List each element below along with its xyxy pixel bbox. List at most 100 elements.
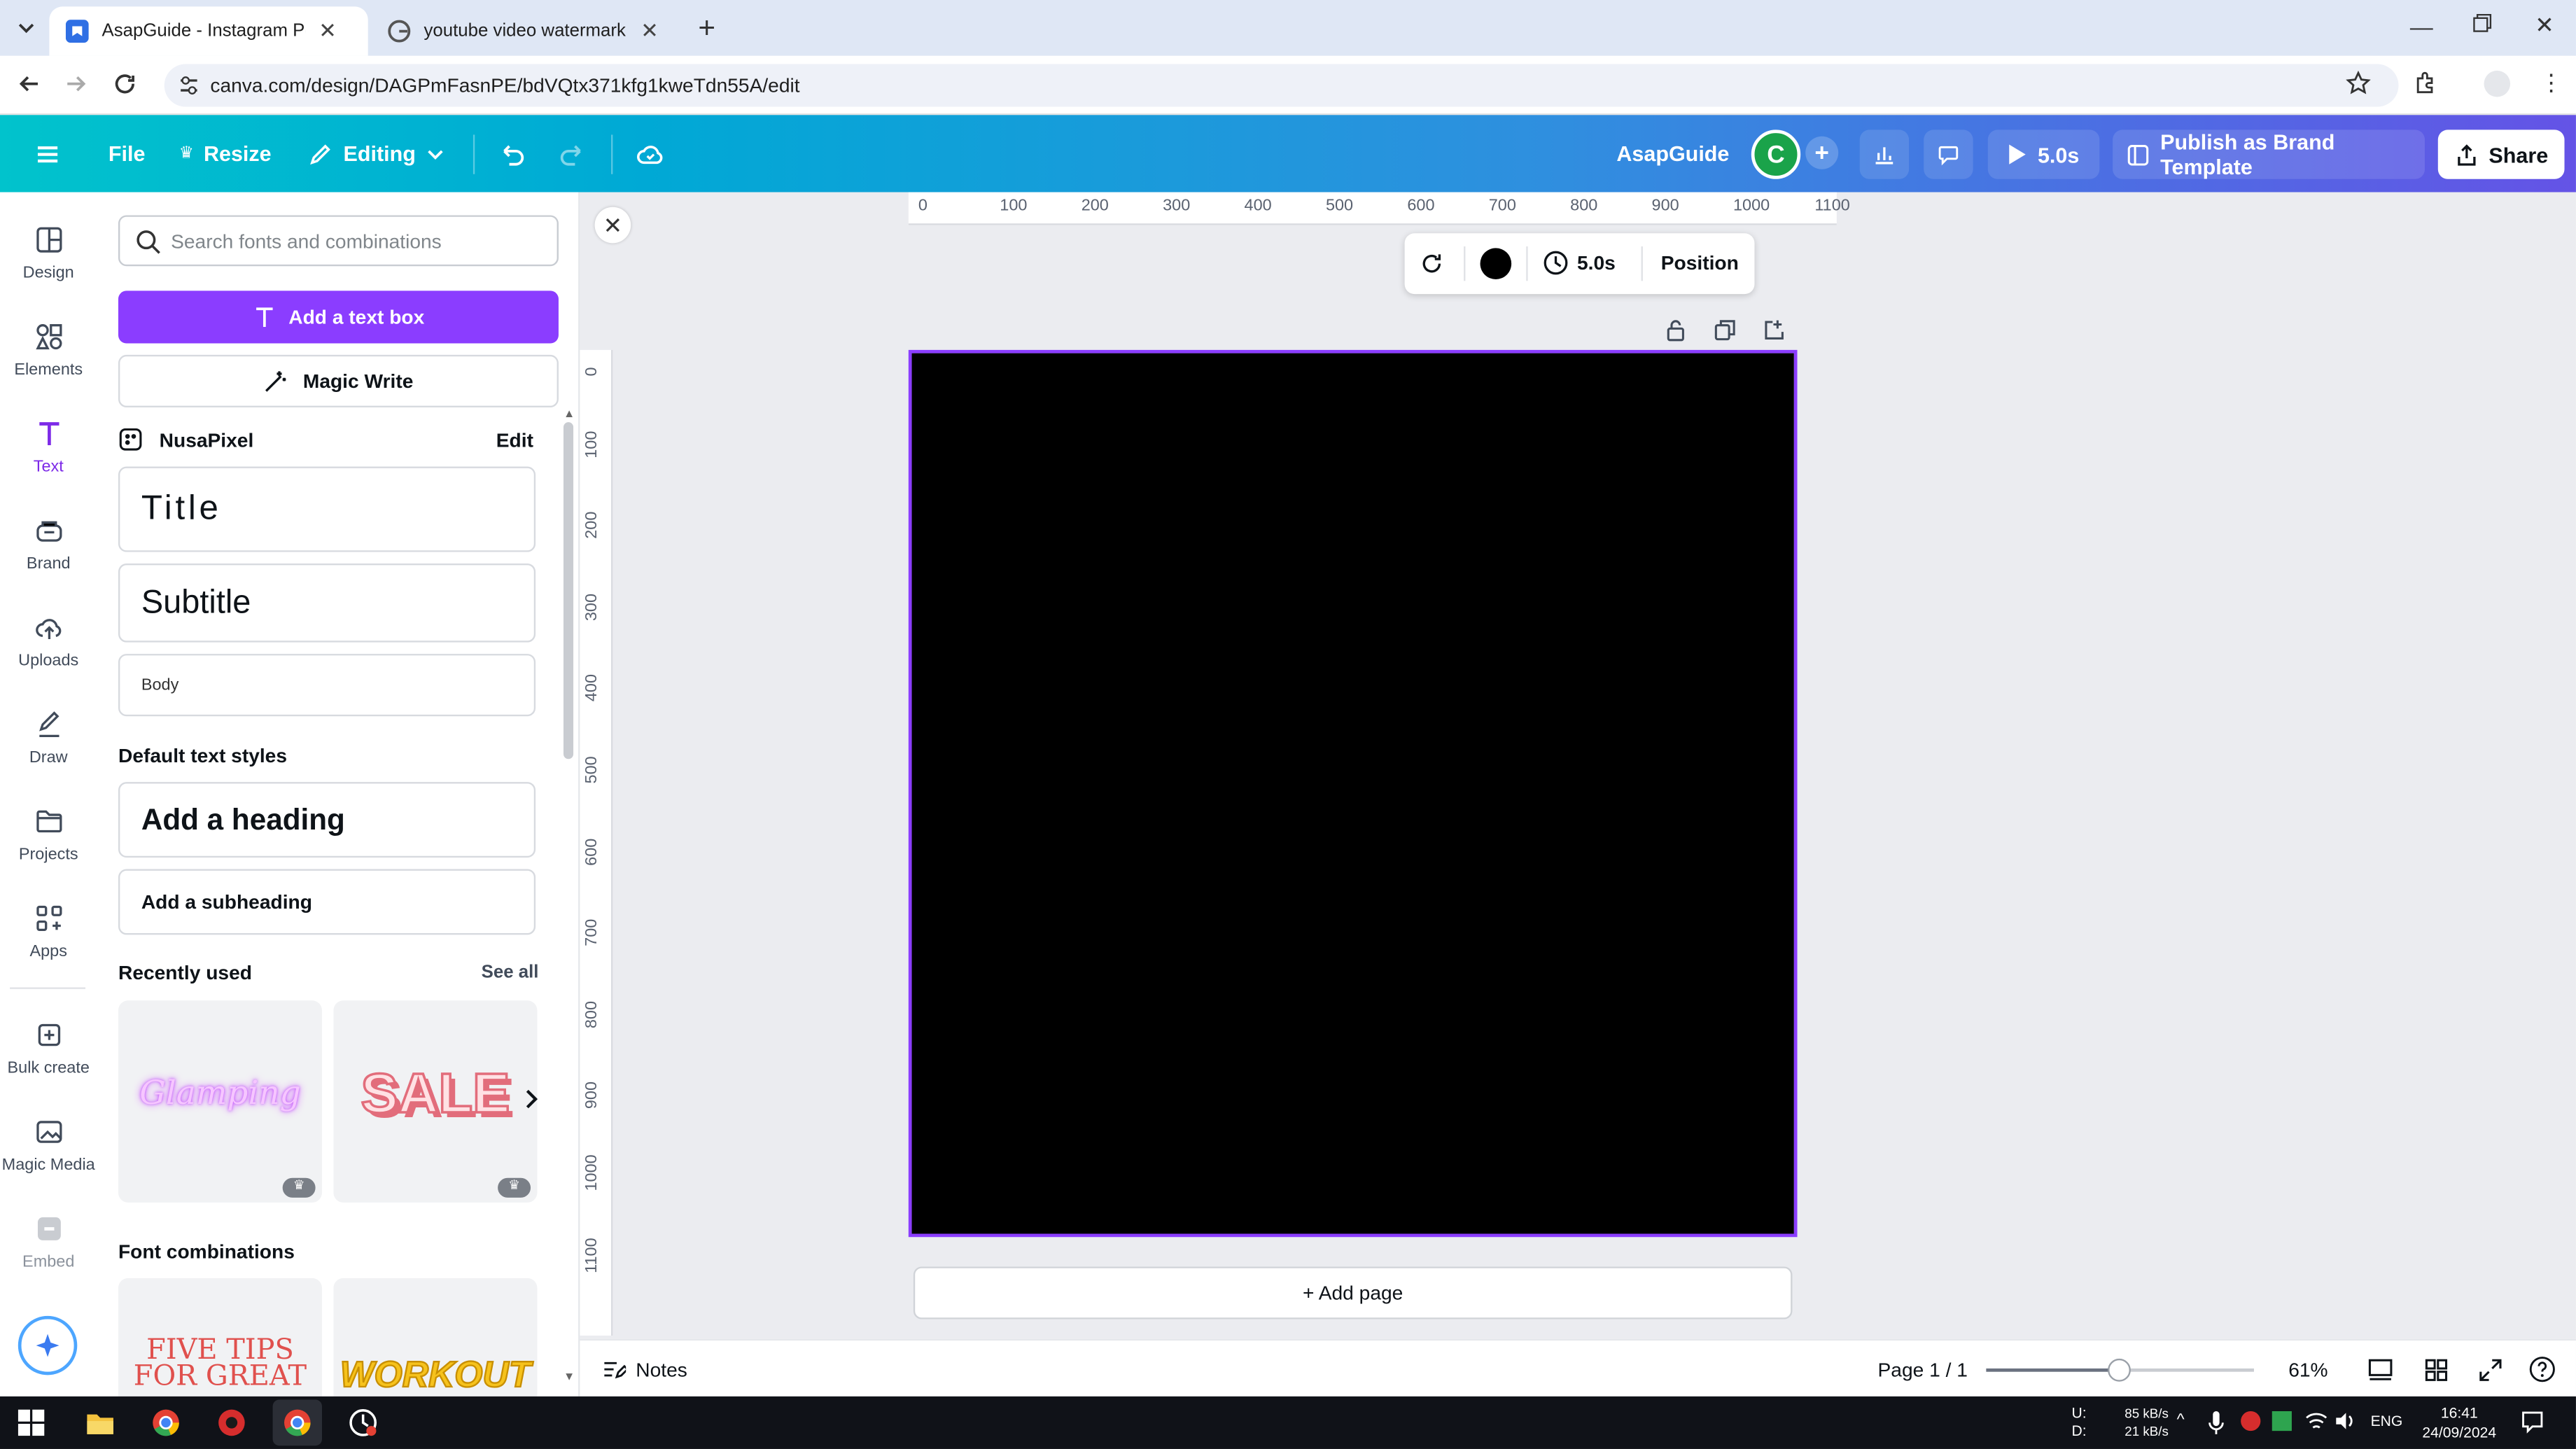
windows-start-icon[interactable] <box>18 1409 45 1436</box>
rail-item-embed[interactable]: Embed <box>0 1214 97 1272</box>
edit-brand-kit-link[interactable]: Edit <box>496 429 533 452</box>
font-combination-thumb[interactable]: FIVE TIPS FOR GREAT <box>118 1278 322 1396</box>
new-tab-icon[interactable]: + <box>698 11 715 46</box>
resize-button[interactable]: ♛ Resize <box>179 115 272 192</box>
rail-item-bulk-create[interactable]: Bulk create <box>0 1020 97 1078</box>
microphone-icon[interactable] <box>2208 1410 2224 1436</box>
add-text-box-button[interactable]: Add a text box <box>118 290 559 344</box>
profile-avatar[interactable] <box>2484 70 2511 97</box>
browser-tab[interactable]: youtube video watermark - Go ✕ <box>371 6 690 55</box>
file-menu-button[interactable]: File <box>108 115 146 192</box>
animate-refresh-icon[interactable] <box>1418 250 1446 278</box>
browser-menu-icon[interactable]: ⋮ <box>2540 69 2563 97</box>
add-collaborator-icon[interactable]: + <box>1805 136 1839 169</box>
tab-list-dropdown-icon[interactable] <box>13 15 40 41</box>
rail-item-design[interactable]: Design <box>0 225 97 283</box>
ruler-tick-label: 900 <box>583 1082 601 1110</box>
rail-item-draw[interactable]: Draw <box>0 710 97 767</box>
zoom-percentage[interactable]: 61% <box>2288 1359 2328 1382</box>
close-window-icon[interactable]: ✕ <box>2535 11 2554 39</box>
main-menu-icon[interactable] <box>33 115 62 192</box>
lock-page-icon[interactable] <box>1664 318 1687 342</box>
browser-tab-active[interactable]: AsapGuide - Instagram Post - C ✕ <box>49 6 368 56</box>
user-avatar[interactable]: C <box>1751 130 1801 179</box>
close-panel-icon[interactable]: ✕ <box>594 206 631 244</box>
fullscreen-icon[interactable] <box>2477 1357 2504 1384</box>
cloud-saved-icon[interactable] <box>636 115 665 192</box>
notes-button[interactable]: Notes <box>601 1357 687 1382</box>
magic-write-button[interactable]: Magic Write <box>118 354 559 408</box>
chrome-active-taskbar-button[interactable] <box>272 1399 322 1446</box>
duration-button[interactable]: 5.0s <box>1543 250 1616 276</box>
wifi-icon[interactable] <box>2305 1410 2328 1433</box>
forward-arrow-icon[interactable] <box>62 71 89 97</box>
extensions-icon[interactable] <box>2414 71 2438 95</box>
brand-subtitle-style[interactable]: Subtitle <box>118 563 536 643</box>
bookmark-star-icon[interactable] <box>2346 70 2371 95</box>
comment-icon[interactable] <box>1924 130 1973 179</box>
add-page-icon[interactable] <box>1763 318 1786 342</box>
scroll-down-icon[interactable]: ▼ <box>564 1372 575 1383</box>
close-tab-icon[interactable]: ✕ <box>640 18 659 45</box>
editing-mode-button[interactable]: Editing <box>307 115 445 192</box>
editor-footer: Notes Page 1 / 1 61% <box>580 1338 2576 1396</box>
rail-item-projects[interactable]: Projects <box>0 806 97 864</box>
add-subheading-style[interactable]: Add a subheading <box>118 869 536 935</box>
play-preview-button[interactable]: 5.0s <box>1987 130 2100 179</box>
screen-recorder-icon[interactable] <box>217 1408 246 1437</box>
carousel-next-icon[interactable] <box>521 1088 540 1111</box>
minimize-window-icon[interactable]: — <box>2410 13 2433 40</box>
chrome-icon[interactable] <box>151 1408 181 1437</box>
publish-brand-template-button[interactable]: Publish as Brand Template <box>2113 130 2426 179</box>
speaker-icon[interactable] <box>2333 1410 2356 1433</box>
system-clock[interactable]: 16:41 24/09/2024 <box>2418 1403 2500 1442</box>
recent-font-thumb[interactable]: Glamping ♛ <box>118 1000 322 1203</box>
zoom-slider-knob[interactable] <box>2107 1358 2131 1382</box>
magic-assistant-icon[interactable] <box>18 1315 78 1376</box>
file-explorer-icon[interactable] <box>85 1408 115 1437</box>
zoom-slider[interactable] <box>1986 1358 2254 1382</box>
font-combination-thumb[interactable]: WORKOUT <box>333 1278 538 1396</box>
see-all-link[interactable]: See all <box>482 962 539 982</box>
brand-title-style[interactable]: Title <box>118 466 536 552</box>
grid-view-icon[interactable] <box>2423 1357 2450 1384</box>
design-page[interactable] <box>908 349 1798 1238</box>
site-info-icon[interactable] <box>177 74 200 97</box>
panel-scrollbar[interactable]: ▲ ▼ <box>562 409 575 1385</box>
rail-item-text[interactable]: Text <box>0 419 97 477</box>
brand-body-style[interactable]: Body <box>118 654 536 717</box>
back-arrow-icon[interactable] <box>16 71 43 97</box>
share-button[interactable]: Share <box>2437 130 2565 179</box>
scroll-up-icon[interactable]: ▲ <box>564 409 575 420</box>
app-tray-icon[interactable] <box>2272 1410 2292 1432</box>
rail-item-apps[interactable]: Apps <box>0 904 97 961</box>
position-button[interactable]: Position <box>1661 251 1739 274</box>
font-search-input[interactable]: Search fonts and combinations <box>118 215 559 267</box>
recording-tray-icon[interactable] <box>2241 1410 2261 1432</box>
scrollbar-thumb[interactable] <box>563 422 574 760</box>
background-color-swatch[interactable] <box>1480 248 1512 279</box>
clock-app-icon[interactable] <box>349 1408 378 1437</box>
undo-icon[interactable] <box>496 115 526 192</box>
duplicate-page-icon[interactable] <box>1714 318 1737 342</box>
rail-item-elements[interactable]: Elements <box>0 322 97 379</box>
url-field[interactable]: canva.com/design/DAGPmFasnPE/bdVQtx371kf… <box>164 64 2399 107</box>
help-icon[interactable] <box>2528 1355 2556 1383</box>
insights-chart-icon[interactable] <box>1859 130 1910 179</box>
recent-font-thumb[interactable]: SALE ♛ <box>333 1000 538 1203</box>
language-indicator[interactable]: ENG <box>2371 1413 2403 1429</box>
add-heading-style[interactable]: Add a heading <box>118 782 536 858</box>
restore-window-icon[interactable] <box>2472 13 2492 33</box>
notification-center-icon[interactable] <box>2520 1410 2544 1434</box>
rail-item-brand[interactable]: Brand <box>0 516 97 573</box>
rail-item-magic-media[interactable]: Magic Media <box>0 1117 97 1175</box>
add-page-button[interactable]: + Add page <box>913 1266 1793 1320</box>
page-view-icon[interactable] <box>2367 1357 2394 1384</box>
tray-chevron-up-icon[interactable]: ^ <box>2177 1411 2185 1429</box>
reload-icon[interactable] <box>112 71 139 97</box>
redo-icon[interactable] <box>559 115 588 192</box>
page-indicator[interactable]: Page 1 / 1 <box>1878 1359 1968 1382</box>
close-tab-icon[interactable]: ✕ <box>318 18 337 45</box>
project-name[interactable]: AsapGuide <box>1616 115 1729 192</box>
rail-item-uploads[interactable]: Uploads <box>0 612 97 671</box>
